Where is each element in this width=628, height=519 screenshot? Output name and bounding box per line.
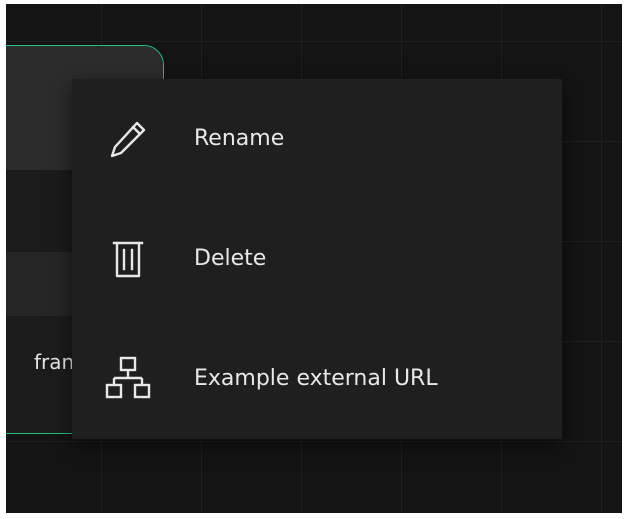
menu-item-label: Delete <box>194 246 267 271</box>
sitemap-icon <box>104 355 152 403</box>
menu-item-rename[interactable]: Rename <box>72 79 562 199</box>
pencil-icon <box>104 115 152 163</box>
trash-icon <box>104 235 152 283</box>
menu-item-external-url[interactable]: Example external URL <box>72 319 562 439</box>
node-label: fran <box>34 350 75 374</box>
menu-item-label: Rename <box>194 126 285 151</box>
menu-item-delete[interactable]: Delete <box>72 199 562 319</box>
context-menu: Rename Delete Example external URL <box>72 79 562 439</box>
menu-item-label: Example external URL <box>194 366 438 391</box>
flow-canvas[interactable]: fran Rename Delete Example external URL <box>6 4 622 513</box>
